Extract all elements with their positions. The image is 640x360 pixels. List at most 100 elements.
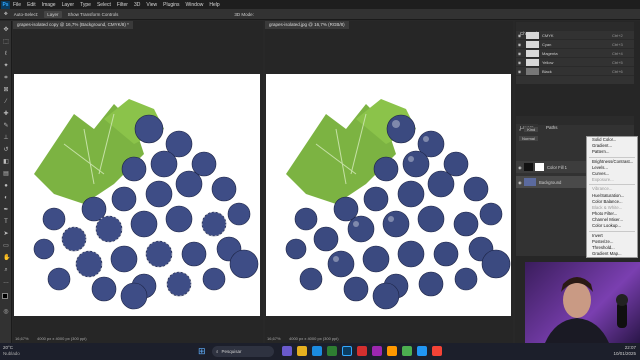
menu-type[interactable]: Type bbox=[80, 2, 91, 8]
canvas-right[interactable] bbox=[266, 74, 511, 316]
eraser-icon[interactable]: ◧ bbox=[3, 159, 9, 165]
weather-desc[interactable]: Nublado bbox=[3, 351, 20, 357]
task-view-icon[interactable] bbox=[282, 346, 292, 356]
app-blue-icon[interactable] bbox=[417, 346, 427, 356]
channel-row[interactable]: ◉ Magenta Ctrl+4 bbox=[516, 49, 634, 58]
menu-edit[interactable]: Edit bbox=[27, 2, 36, 8]
auto-select-label[interactable]: Auto-Select: bbox=[14, 12, 39, 17]
eye-icon[interactable]: ◉ bbox=[516, 33, 523, 38]
menu-help[interactable]: Help bbox=[209, 2, 219, 8]
recorder-icon[interactable] bbox=[432, 346, 442, 356]
layer-mask-thumbnail bbox=[535, 163, 544, 171]
adjustment-menu-item[interactable]: Color Lookup... bbox=[587, 223, 637, 229]
menu-file[interactable]: File bbox=[13, 2, 21, 8]
windows-start-icon[interactable]: ⊞ bbox=[198, 347, 207, 356]
lasso-icon[interactable]: ℓ bbox=[3, 51, 9, 57]
adjustment-menu-item[interactable]: Pattern... bbox=[587, 149, 637, 155]
channel-row[interactable]: ◉ Black Ctrl+6 bbox=[516, 67, 634, 76]
eyedropper-icon[interactable]: ⁄ bbox=[3, 99, 9, 105]
marquee-icon[interactable]: ⬚ bbox=[3, 39, 9, 45]
more-tools-icon[interactable]: … bbox=[3, 279, 9, 285]
doc-info-left: 4000 px x 4000 px (300 ppi) bbox=[37, 336, 87, 341]
document-left: grapes-isolated copy @ 16,7% (Background… bbox=[13, 21, 263, 343]
frame-icon[interactable]: ⊠ bbox=[3, 87, 9, 93]
channel-shortcut: Ctrl+5 bbox=[612, 59, 623, 65]
channels-panel: Channels ◉ CMYK Ctrl+2 ◉ Cyan Ctrl+3 ◉ M… bbox=[516, 22, 634, 84]
rectangle-icon[interactable]: ▭ bbox=[3, 243, 9, 249]
eye-icon[interactable]: ◉ bbox=[516, 69, 523, 74]
menu-filter[interactable]: Filter bbox=[117, 2, 128, 8]
app-green-icon[interactable] bbox=[402, 346, 412, 356]
channel-shortcut: Ctrl+6 bbox=[612, 68, 623, 74]
eye-icon[interactable]: ◉ bbox=[516, 42, 523, 47]
move-icon[interactable]: ✥ bbox=[3, 27, 9, 33]
options-bar: ✥ Auto-Select: Layer Show Transform Cont… bbox=[0, 9, 640, 20]
grape-leaves-left bbox=[34, 99, 164, 204]
menu-view[interactable]: View bbox=[146, 2, 157, 8]
crop-icon[interactable]: ⌗ bbox=[3, 75, 9, 81]
channel-row[interactable]: ◉ Cyan Ctrl+3 bbox=[516, 40, 634, 49]
layer-thumbnail bbox=[524, 178, 536, 186]
blend-mode-dropdown[interactable]: Normal bbox=[519, 136, 538, 141]
adjustment-menu-item[interactable]: Brightness/Contrast... bbox=[587, 159, 637, 165]
eye-icon[interactable]: ◉ bbox=[516, 51, 523, 56]
eye-icon[interactable]: ◉ bbox=[516, 180, 524, 185]
grape-leaves-right bbox=[286, 99, 416, 204]
pen-icon[interactable]: ✒ bbox=[3, 207, 9, 213]
dodge-icon[interactable]: ◐ bbox=[3, 195, 9, 201]
menu-3d[interactable]: 3D bbox=[134, 2, 140, 8]
photoshop-taskbar-icon[interactable] bbox=[342, 346, 352, 356]
document-tab-left[interactable]: grapes-isolated copy @ 16,7% (Background… bbox=[13, 21, 133, 29]
search-box[interactable]: ⌕ Pesquisar bbox=[212, 346, 274, 357]
menu-layer[interactable]: Layer bbox=[62, 2, 75, 8]
menu-plugins[interactable]: Plugins bbox=[163, 2, 179, 8]
tools-panel: ✥ ⬚ ℓ ✦ ⌗ ⊠ ⁄ ✚ ✎ ⊥ ↺ ◧ ▤ ● ◐ ✒ T ➤ ▭ ✋ … bbox=[0, 21, 12, 343]
menu-select[interactable]: Select bbox=[97, 2, 111, 8]
layer-thumbnail bbox=[524, 163, 533, 171]
move-tool-icon[interactable]: ✥ bbox=[4, 11, 8, 17]
hand-icon[interactable]: ✋ bbox=[3, 255, 10, 261]
layer-name[interactable]: Color Fill 1 bbox=[547, 165, 567, 170]
blur-icon[interactable]: ● bbox=[3, 183, 9, 189]
magic-wand-icon[interactable]: ✦ bbox=[3, 63, 9, 69]
gradient-icon[interactable]: ▤ bbox=[3, 171, 9, 177]
foreground-color-swatch[interactable] bbox=[2, 293, 8, 299]
layer-name[interactable]: Background bbox=[539, 180, 561, 185]
zoom-icon[interactable]: ⌕ bbox=[3, 267, 9, 273]
quick-mask-icon[interactable]: ◎ bbox=[3, 309, 9, 315]
path-selection-icon[interactable]: ➤ bbox=[3, 231, 9, 237]
premiere-icon[interactable] bbox=[372, 346, 382, 356]
store-icon[interactable] bbox=[327, 346, 337, 356]
auto-select-dropdown[interactable]: Layer bbox=[44, 10, 62, 18]
channel-name: Black bbox=[542, 68, 552, 74]
app-red-icon[interactable] bbox=[357, 346, 367, 356]
menu-separator bbox=[589, 156, 635, 158]
history-brush-icon[interactable]: ↺ bbox=[3, 147, 9, 153]
illustrator-icon[interactable] bbox=[387, 346, 397, 356]
document-right: grapes-isolated.jpg @ 16,7% (RGB/8) 16,6… bbox=[265, 21, 513, 343]
channel-row[interactable]: ◉ Yellow Ctrl+5 bbox=[516, 58, 634, 67]
search-icon: ⌕ bbox=[519, 127, 522, 132]
channel-name: Yellow bbox=[542, 59, 554, 65]
clone-stamp-icon[interactable]: ⊥ bbox=[3, 135, 9, 141]
eye-icon[interactable]: ◉ bbox=[516, 165, 524, 170]
clock-date[interactable]: 10/01/2025 bbox=[613, 351, 636, 357]
adjustment-menu-item[interactable]: Selective Color... bbox=[587, 257, 637, 258]
layer-filter-dropdown[interactable]: Kind bbox=[524, 127, 539, 132]
eye-icon[interactable]: ◉ bbox=[516, 60, 523, 65]
tab-paths[interactable]: Paths bbox=[542, 124, 562, 131]
edge-icon[interactable] bbox=[312, 346, 322, 356]
file-explorer-icon[interactable] bbox=[297, 346, 307, 356]
channel-row[interactable]: ◉ CMYK Ctrl+2 bbox=[516, 31, 634, 40]
healing-brush-icon[interactable]: ✚ bbox=[3, 111, 9, 117]
document-tab-right[interactable]: grapes-isolated.jpg @ 16,7% (RGB/8) bbox=[265, 21, 349, 29]
menu-window[interactable]: Window bbox=[186, 2, 204, 8]
menu-bar: Ps File Edit Image Layer Type Select Fil… bbox=[0, 0, 640, 9]
show-transform-checkbox[interactable]: Show Transform Controls bbox=[68, 12, 119, 17]
brush-icon[interactable]: ✎ bbox=[3, 123, 9, 129]
type-icon[interactable]: T bbox=[3, 219, 9, 225]
channel-shortcut: Ctrl+4 bbox=[612, 50, 623, 56]
adjustment-menu-item: Exposure... bbox=[592, 177, 614, 183]
canvas-left[interactable] bbox=[14, 74, 260, 316]
menu-image[interactable]: Image bbox=[42, 2, 56, 8]
